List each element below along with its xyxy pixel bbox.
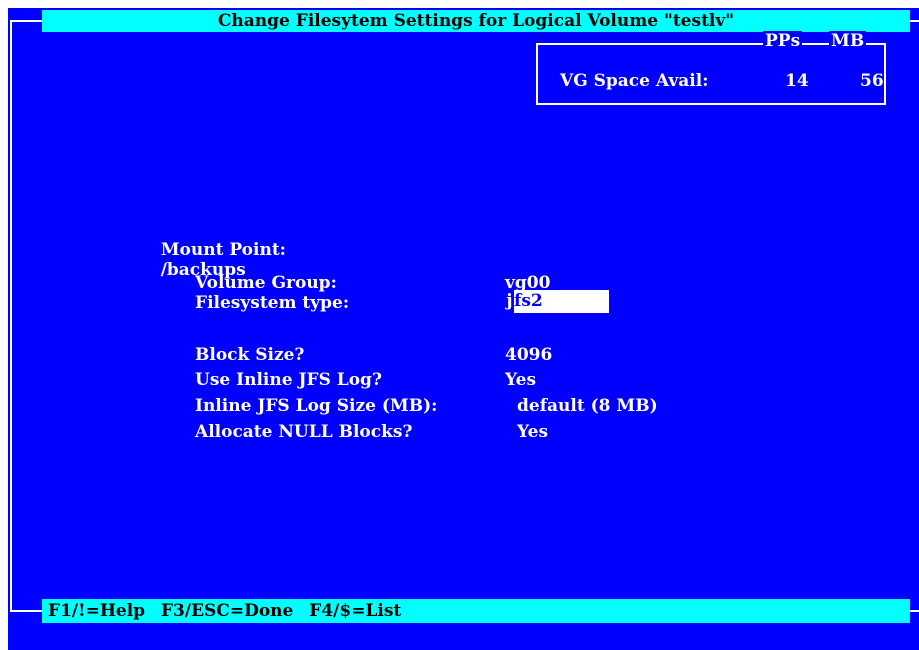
function-key-bar: F1/!=Help F3/ESC=Done F4/$=List	[42, 599, 910, 623]
frame-top-left	[10, 20, 42, 22]
frame-left	[10, 20, 12, 612]
inline-log-size-label: Inline JFS Log Size (MB):	[195, 396, 438, 416]
mb-column-header: MB	[829, 31, 867, 51]
frame-bottom-left	[10, 610, 42, 612]
help-key[interactable]: F1/!=Help	[48, 601, 145, 621]
inline-log-size-value[interactable]: default (8 MB)	[517, 396, 658, 416]
vg-space-box: PPs MB VG Space Avail: 14 56	[536, 31, 886, 105]
inline-log-value[interactable]: Yes	[505, 370, 536, 390]
frame-top-right	[910, 20, 919, 22]
frame-bottom-right	[910, 610, 919, 612]
text-cursor: j	[505, 290, 514, 313]
vg-space-label: VG Space Avail:	[560, 71, 709, 91]
null-blocks-value[interactable]: Yes	[517, 422, 548, 442]
block-size-value[interactable]: 4096	[505, 345, 552, 365]
window-title: Change Filesytem Settings for Logical Vo…	[217, 11, 735, 31]
vg-space-pps: 14	[785, 71, 809, 91]
null-blocks-label: Allocate NULL Blocks?	[195, 422, 413, 442]
inline-log-label: Use Inline JFS Log?	[195, 370, 382, 390]
vg-space-mb: 56	[860, 71, 884, 91]
filesystem-type-label: Filesystem type:	[195, 293, 350, 313]
title-bar: Change Filesytem Settings for Logical Vo…	[42, 10, 910, 32]
terminal-screen: Change Filesytem Settings for Logical Vo…	[8, 8, 919, 650]
pps-column-header: PPs	[763, 31, 803, 51]
mount-point-label: Mount Point:	[160, 240, 286, 260]
filesystem-type-value: fs2	[514, 291, 543, 311]
block-size-label: Block Size?	[195, 345, 305, 365]
done-key[interactable]: F3/ESC=Done	[161, 601, 293, 621]
filesystem-type-input[interactable]: jfs2	[505, 290, 609, 313]
list-key[interactable]: F4/$=List	[309, 601, 401, 621]
volume-group-label: Volume Group:	[195, 273, 337, 293]
